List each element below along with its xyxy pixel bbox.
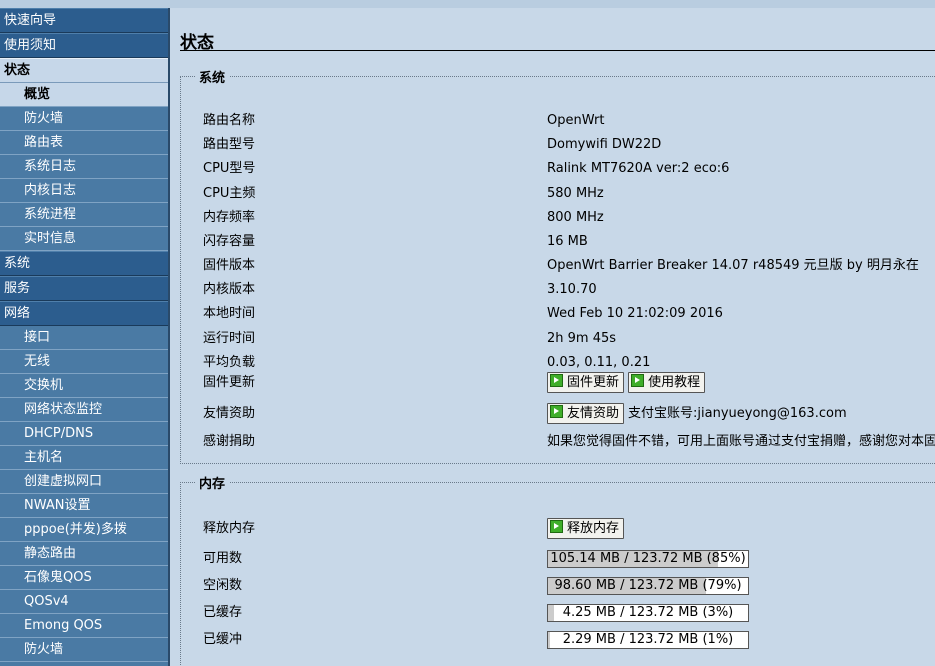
sidebar-sub-item[interactable]: 主机名 xyxy=(0,446,168,470)
system-info-label: CPU型号 xyxy=(203,161,256,176)
memory-stat-label: 已缓冲 xyxy=(203,632,243,647)
memory-stat-value: 105.14 MB / 123.72 MB (85%) xyxy=(547,549,749,569)
memory-progress-bar: 98.60 MB / 123.72 MB (79%) xyxy=(547,576,749,595)
sidebar-sub-item[interactable]: 交换机 xyxy=(0,374,168,398)
sidebar-sub-item[interactable]: QOSv4 xyxy=(0,590,168,614)
memory-stat-label: 可用数 xyxy=(203,551,243,566)
thanks-label: 感谢捐助 xyxy=(203,434,256,449)
memory-stat-value: 98.60 MB / 123.72 MB (79%) xyxy=(547,576,749,596)
system-info-label: 运行时间 xyxy=(203,331,256,346)
donate-actions: 友情资助 支付宝账号:jianyueyong@163.com xyxy=(547,403,847,424)
sidebar-sub-item[interactable]: 创建虚拟网口 xyxy=(0,470,168,494)
firmware-update-button[interactable]: 固件更新 xyxy=(547,372,625,393)
system-info-label: 固件版本 xyxy=(203,258,256,273)
system-info-label: 路由名称 xyxy=(203,113,256,128)
memory-stat-value: 2.29 MB / 123.72 MB (1%) xyxy=(547,630,749,650)
system-info-value: 3.10.70 xyxy=(547,282,597,297)
system-info-value: Ralink MT7620A ver:2 eco:6 xyxy=(547,161,730,176)
system-info-label: CPU主频 xyxy=(203,186,256,201)
memory-stat-label: 已缓存 xyxy=(203,605,243,620)
release-memory-action: 释放内存 xyxy=(547,518,625,539)
system-info-label: 闪存容量 xyxy=(203,234,256,249)
system-info-value: 580 MHz xyxy=(547,186,604,201)
alipay-account: 支付宝账号:jianyueyong@163.com xyxy=(628,406,847,421)
system-info-value: Wed Feb 10 21:02:09 2016 xyxy=(547,306,723,321)
system-legend: 系统 xyxy=(195,67,230,86)
sidebar-sub-item[interactable]: NWAN设置 xyxy=(0,494,168,518)
donate-label: 友情资助 xyxy=(203,406,256,421)
sidebar-sub-item[interactable]: 概览 xyxy=(0,83,168,107)
title-divider xyxy=(180,50,935,51)
memory-progress-bar: 4.25 MB / 123.72 MB (3%) xyxy=(547,603,749,622)
memory-section: 内存 释放内存 释放内存 可用数 105.14 MB / 123.72 MB (8… xyxy=(180,473,935,666)
top-bar xyxy=(0,0,935,8)
system-info-value: 16 MB xyxy=(547,234,588,249)
sidebar-sub-item[interactable]: 内核日志 xyxy=(0,179,168,203)
memory-progress-text: 98.60 MB / 123.72 MB (79%) xyxy=(554,577,742,593)
system-info-label: 内核版本 xyxy=(203,282,256,297)
memory-legend: 内存 xyxy=(195,473,230,492)
release-memory-label: 释放内存 xyxy=(203,521,256,536)
memory-progress-bar: 2.29 MB / 123.72 MB (1%) xyxy=(547,630,749,649)
green-arrow-icon xyxy=(550,520,563,533)
system-info-value: 800 MHz xyxy=(547,210,604,225)
sidebar-sub-item[interactable]: 防火墙 xyxy=(0,107,168,131)
sidebar-sub-item[interactable]: 无线 xyxy=(0,350,168,374)
sidebar-sub-item[interactable]: 路由表 xyxy=(0,131,168,155)
donate-button[interactable]: 友情资助 xyxy=(547,403,625,424)
sidebar-nav: 快速向导 使用须知 状态 概览 防火墙 路由表 系统日志 内核日志 系统进程 实时信息 系统 服务 网络… xyxy=(0,8,170,666)
sidebar-menu-item[interactable]: 状态 xyxy=(0,58,168,83)
sidebar-menu-item[interactable]: 系统 xyxy=(0,251,168,276)
sidebar-sub-item[interactable]: 系统日志 xyxy=(0,155,168,179)
memory-progress-bar: 105.14 MB / 123.72 MB (85%) xyxy=(547,549,749,568)
memory-progress-text: 2.29 MB / 123.72 MB (1%) xyxy=(562,631,734,647)
system-info-label: 平均负载 xyxy=(203,355,256,370)
memory-stat-label: 空闲数 xyxy=(203,578,243,593)
sidebar-sub-item[interactable]: 石像鬼QOS xyxy=(0,566,168,590)
green-arrow-icon xyxy=(550,374,563,387)
sidebar-menu-item[interactable]: 使用须知 xyxy=(0,33,168,58)
thanks-text: 如果您觉得固件不错，可用上面账号通过支付宝捐赠，感谢您对本固件的认可 xyxy=(547,434,935,449)
system-info-value: OpenWrt Barrier Breaker 14.07 r48549 元旦版… xyxy=(547,258,919,273)
sidebar-sub-item[interactable]: 静态路由 xyxy=(0,542,168,566)
sidebar-sub-item[interactable]: DHCP/DNS xyxy=(0,422,168,446)
release-memory-button[interactable]: 释放内存 xyxy=(547,518,625,539)
tutorial-button[interactable]: 使用教程 xyxy=(628,372,706,393)
memory-progress-text: 4.25 MB / 123.72 MB (3%) xyxy=(562,604,734,620)
firmware-update-actions: 固件更新 使用教程 xyxy=(547,372,706,393)
green-arrow-icon xyxy=(631,374,645,387)
memory-stat-value: 4.25 MB / 123.72 MB (3%) xyxy=(547,603,749,623)
system-info-label: 本地时间 xyxy=(203,306,256,321)
sidebar-sub-item[interactable]: 实时信息 xyxy=(0,227,168,251)
system-info-value: 2h 9m 45s xyxy=(547,331,617,346)
sidebar-menu-item[interactable]: 快速向导 xyxy=(0,8,168,33)
sidebar-sub-item[interactable]: 系统进程 xyxy=(0,203,168,227)
system-info-value: Domywifi DW22D xyxy=(547,137,662,152)
sidebar-sub-item[interactable]: pppoe(并发)多拨 xyxy=(0,518,168,542)
main-content: 状态 系统 路由名称 OpenWrt 路由型号 Domywifi DW22D CPU型号… xyxy=(170,8,935,666)
sidebar-sub-item[interactable]: 接口 xyxy=(0,326,168,350)
sidebar-sub-item[interactable]: 网络状态监控 xyxy=(0,398,168,422)
system-info-value: 0.03, 0.11, 0.21 xyxy=(547,355,651,370)
system-info-label: 路由型号 xyxy=(203,137,256,152)
system-info-label: 内存频率 xyxy=(203,210,256,225)
sidebar-menu-item[interactable]: 服务 xyxy=(0,276,168,301)
sidebar-menu-item[interactable]: 网络 xyxy=(0,301,168,326)
system-section: 系统 路由名称 OpenWrt 路由型号 Domywifi DW22D CPU型号 Ral… xyxy=(180,67,935,464)
system-info-value: OpenWrt xyxy=(547,113,605,128)
sidebar-sub-item[interactable]: Emong QOS xyxy=(0,614,168,638)
sidebar-sub-item[interactable]: 防火墙 xyxy=(0,638,168,662)
memory-progress-text: 105.14 MB / 123.72 MB (85%) xyxy=(550,550,746,566)
green-arrow-icon xyxy=(550,405,563,418)
firmware-update-label: 固件更新 xyxy=(203,375,256,390)
